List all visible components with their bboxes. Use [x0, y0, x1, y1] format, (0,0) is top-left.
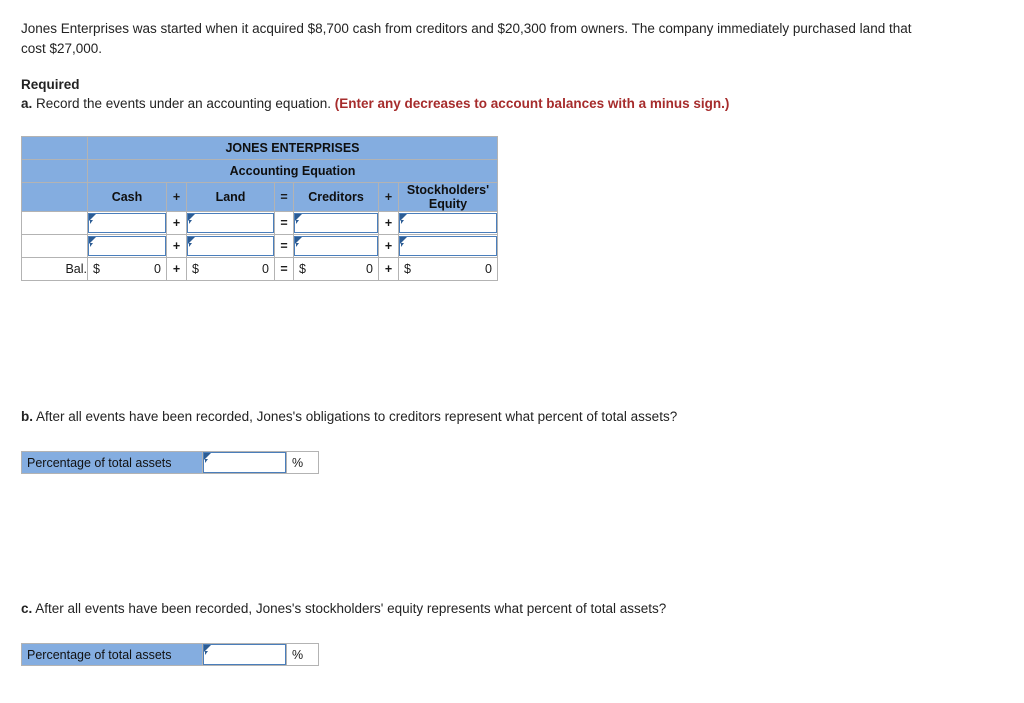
- question-b-answer-input-cell[interactable]: [203, 452, 287, 473]
- table-row: + = +: [21, 234, 498, 258]
- requirement-a: a. Record the events under an accounting…: [21, 94, 921, 113]
- equity-input-row-1[interactable]: [399, 213, 497, 233]
- balance-creditors-cell: $ 0: [293, 257, 379, 281]
- requirement-a-letter: a.: [21, 96, 33, 111]
- table-subtitle: Accounting Equation: [87, 159, 498, 183]
- question-b-text: After all events have been recorded, Jon…: [33, 409, 678, 424]
- balance-land-cell: $ 0: [186, 257, 275, 281]
- entry-row-2-label: [21, 234, 88, 258]
- accounting-equation-table: JONES ENTERPRISES Accounting Equation Ca…: [21, 136, 498, 281]
- subtitle-row-spacer: [21, 159, 88, 183]
- question-b-percentage-input[interactable]: [203, 452, 286, 473]
- entry-row-1-label: [21, 211, 88, 235]
- entry-row-2-land-cell[interactable]: [186, 234, 275, 258]
- balance-creditors-currency-symbol: $: [299, 262, 306, 276]
- entry-row-1-equity-cell[interactable]: [398, 211, 498, 235]
- column-header-cash: Cash: [87, 182, 167, 212]
- balance-operator-plus-2: +: [378, 257, 399, 281]
- question-c-text: After all events have been recorded, Jon…: [32, 601, 667, 616]
- entry-row-2-cash-cell[interactable]: [87, 234, 167, 258]
- entry-row-1-creditors-cell[interactable]: [293, 211, 379, 235]
- column-header-operator-plus-1: +: [166, 182, 187, 212]
- question-b-percent-unit: %: [287, 452, 318, 473]
- problem-statement: Jones Enterprises was started when it ac…: [21, 21, 912, 56]
- question-c-answer-label: Percentage of total assets: [22, 644, 203, 665]
- balance-operator-equals: =: [274, 257, 294, 281]
- balance-equity-value: 0: [485, 262, 492, 276]
- question-b-letter: b.: [21, 409, 33, 424]
- requirement-a-text: Record the events under an accounting eq…: [32, 96, 335, 111]
- question-b-answer-label: Percentage of total assets: [22, 452, 203, 473]
- question-b-answer-row: Percentage of total assets %: [21, 451, 319, 474]
- entry-row-1-cash-cell[interactable]: [87, 211, 167, 235]
- question-c-percent-unit: %: [287, 644, 318, 665]
- balance-row-label: Bal.: [21, 257, 88, 281]
- balance-cash-currency-symbol: $: [93, 262, 100, 276]
- question-c-percentage-input[interactable]: [203, 644, 286, 665]
- question-c-answer-row: Percentage of total assets %: [21, 643, 319, 666]
- creditors-input-row-2[interactable]: [294, 236, 378, 256]
- table-row: + = +: [21, 211, 498, 235]
- table-title-row: JONES ENTERPRISES: [21, 136, 498, 160]
- balance-equity-currency-symbol: $: [404, 262, 411, 276]
- land-input-row-1[interactable]: [187, 213, 274, 233]
- question-b: b. After all events have been recorded, …: [21, 409, 677, 424]
- question-c: c. After all events have been recorded, …: [21, 601, 666, 616]
- balance-creditors-value: 0: [366, 262, 373, 276]
- balance-operator-plus-1: +: [166, 257, 187, 281]
- table-subtitle-row: Accounting Equation: [21, 159, 498, 183]
- entry-row-1-operator-plus-2: +: [378, 211, 399, 235]
- column-header-land: Land: [186, 182, 275, 212]
- required-section: Required a. Record the events under an a…: [21, 75, 921, 113]
- balance-row: Bal. $ 0 + $ 0 = $ 0 + $ 0: [21, 257, 498, 281]
- accounting-equation-table-wrapper: JONES ENTERPRISES Accounting Equation Ca…: [21, 136, 498, 281]
- land-input-row-2[interactable]: [187, 236, 274, 256]
- entry-row-2-operator-plus-1: +: [166, 234, 187, 258]
- cash-input-row-2[interactable]: [88, 236, 166, 256]
- requirement-a-note: (Enter any decreases to account balances…: [334, 96, 730, 111]
- entry-row-2-equity-cell[interactable]: [398, 234, 498, 258]
- company-title: JONES ENTERPRISES: [87, 136, 498, 160]
- required-heading: Required: [21, 77, 80, 92]
- entry-row-1-operator-equals: =: [274, 211, 294, 235]
- entry-row-2-creditors-cell[interactable]: [293, 234, 379, 258]
- table-column-header-row: Cash + Land = Creditors + Stockholders' …: [21, 182, 498, 212]
- balance-cash-value: 0: [154, 262, 161, 276]
- column-header-stockholders-equity: Stockholders' Equity: [398, 182, 498, 212]
- cash-input-row-1[interactable]: [88, 213, 166, 233]
- balance-cash-cell: $ 0: [87, 257, 167, 281]
- question-c-answer-input-cell[interactable]: [203, 644, 287, 665]
- entry-row-2-operator-plus-2: +: [378, 234, 399, 258]
- entry-row-1-operator-plus-1: +: [166, 211, 187, 235]
- column-header-creditors: Creditors: [293, 182, 379, 212]
- column-header-operator-equals: =: [274, 182, 294, 212]
- column-header-operator-plus-2: +: [378, 182, 399, 212]
- question-c-letter: c.: [21, 601, 33, 616]
- balance-equity-cell: $ 0: [398, 257, 498, 281]
- title-row-spacer: [21, 136, 88, 160]
- balance-land-value: 0: [262, 262, 269, 276]
- entry-row-1-land-cell[interactable]: [186, 211, 275, 235]
- entry-row-2-operator-equals: =: [274, 234, 294, 258]
- balance-land-currency-symbol: $: [192, 262, 199, 276]
- equity-input-row-2[interactable]: [399, 236, 497, 256]
- creditors-input-row-1[interactable]: [294, 213, 378, 233]
- column-header-blank: [21, 182, 88, 212]
